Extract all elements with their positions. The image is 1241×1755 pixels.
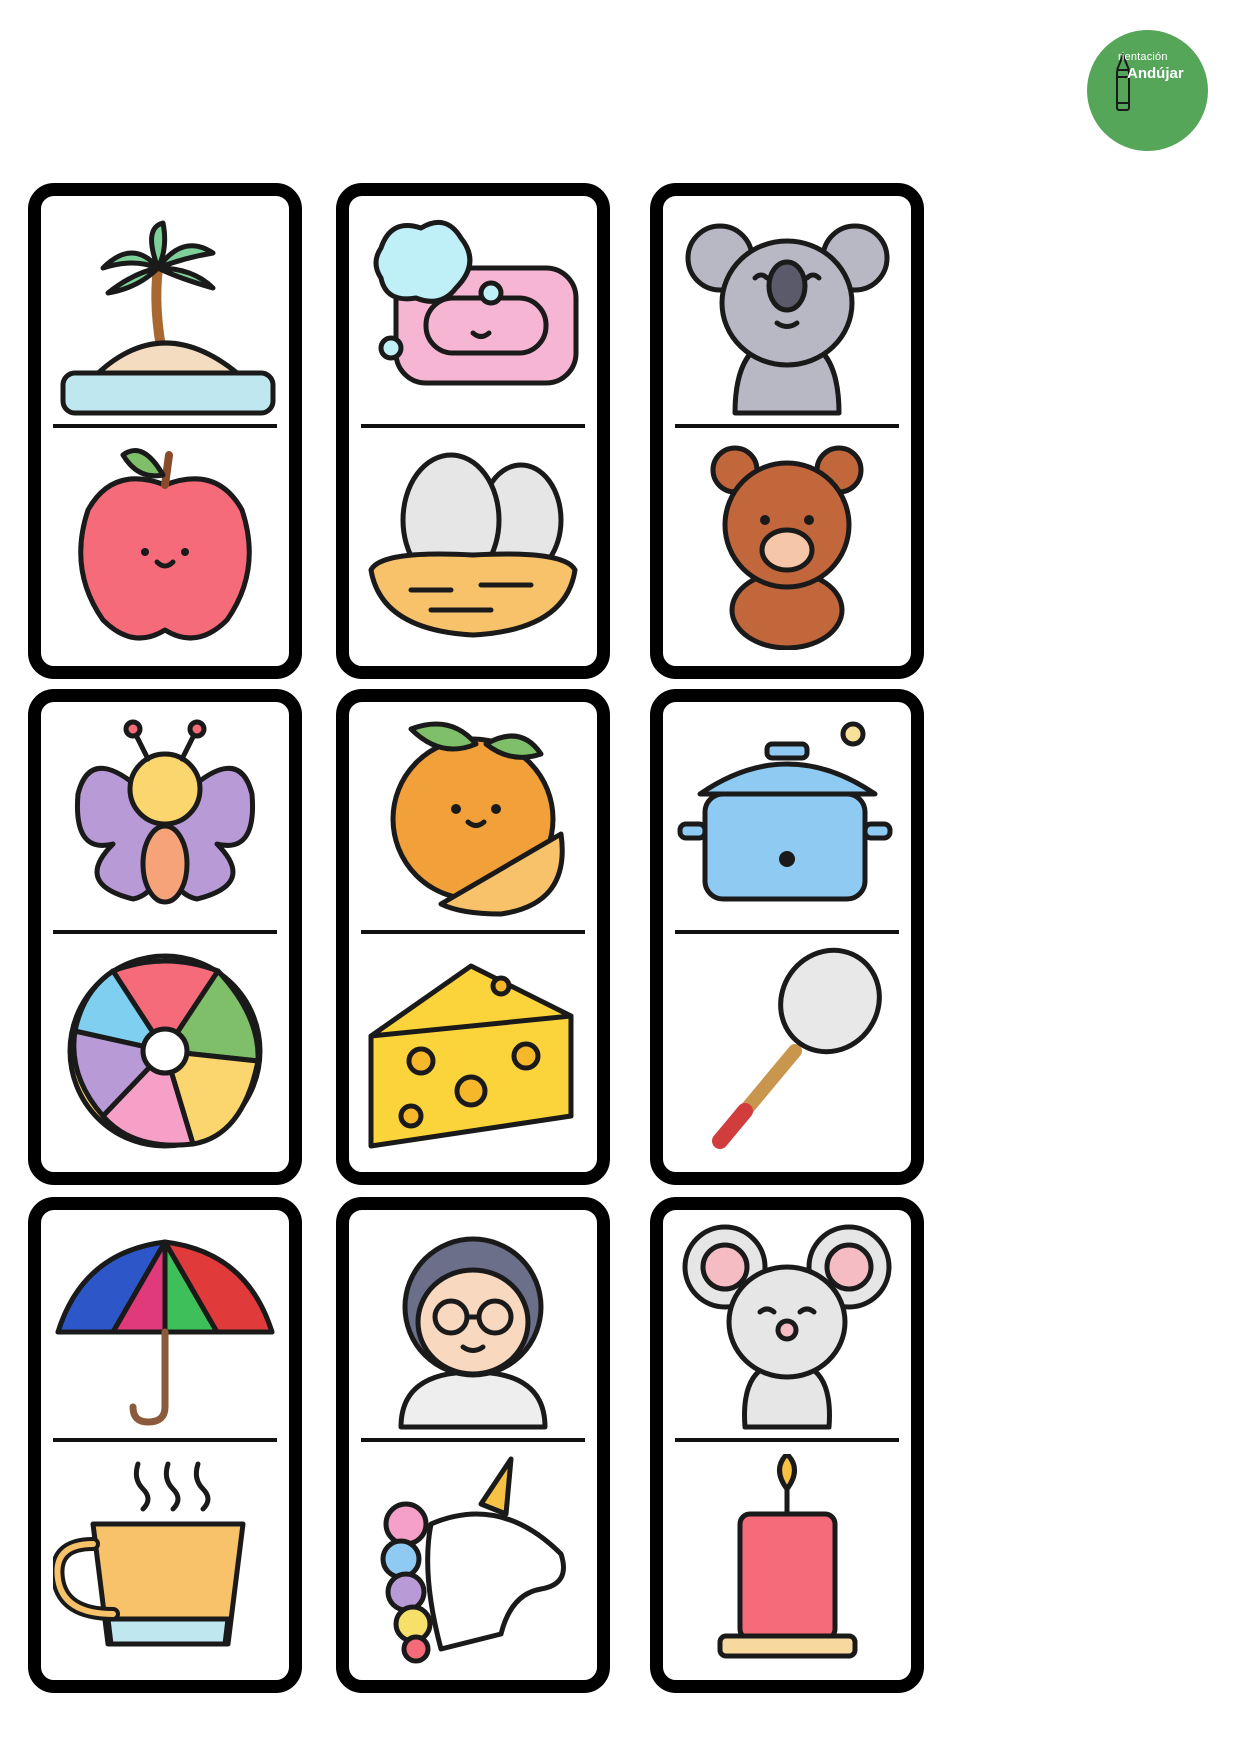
umbrella-icon [53, 1222, 277, 1432]
domino-card-5 [336, 689, 610, 1185]
pencil-icon [1116, 52, 1130, 111]
domino-divider [361, 1438, 585, 1442]
domino-card-3 [650, 183, 924, 679]
domino-card-4 [28, 689, 302, 1185]
tea-cup-icon [53, 1454, 277, 1664]
cheese-icon [361, 946, 585, 1156]
orange-icon [361, 714, 585, 924]
domino-divider [53, 930, 277, 934]
domino-divider [675, 930, 899, 934]
mouse-icon [675, 1222, 899, 1432]
unicorn-icon [361, 1454, 585, 1664]
domino-card-6 [650, 689, 924, 1185]
domino-divider [53, 424, 277, 428]
domino-card-7 [28, 1197, 302, 1693]
orientacion-andujar-logo: rientación Andújar [1087, 30, 1208, 151]
scientist-icon [361, 1222, 585, 1432]
domino-divider [361, 930, 585, 934]
candle-icon [675, 1454, 899, 1664]
logo-big-text: Andújar [1127, 65, 1184, 82]
beach-ball-icon [53, 946, 277, 1156]
domino-divider [53, 1438, 277, 1442]
butterfly-icon [53, 714, 277, 924]
domino-card-9 [650, 1197, 924, 1693]
domino-divider [675, 1438, 899, 1442]
logo-small-text: rientación [1118, 51, 1168, 63]
soap-icon [361, 208, 585, 418]
teddy-bear-icon [675, 440, 899, 650]
domino-card-8 [336, 1197, 610, 1693]
cooking-pot-icon [675, 714, 899, 924]
eggs-nest-icon [361, 440, 585, 650]
domino-divider [361, 424, 585, 428]
domino-card-1 [28, 183, 302, 679]
domino-divider [675, 424, 899, 428]
island-icon [53, 208, 277, 418]
apple-icon [53, 440, 277, 650]
tennis-racket-icon [675, 946, 899, 1156]
domino-card-2 [336, 183, 610, 679]
koala-icon [675, 208, 899, 418]
